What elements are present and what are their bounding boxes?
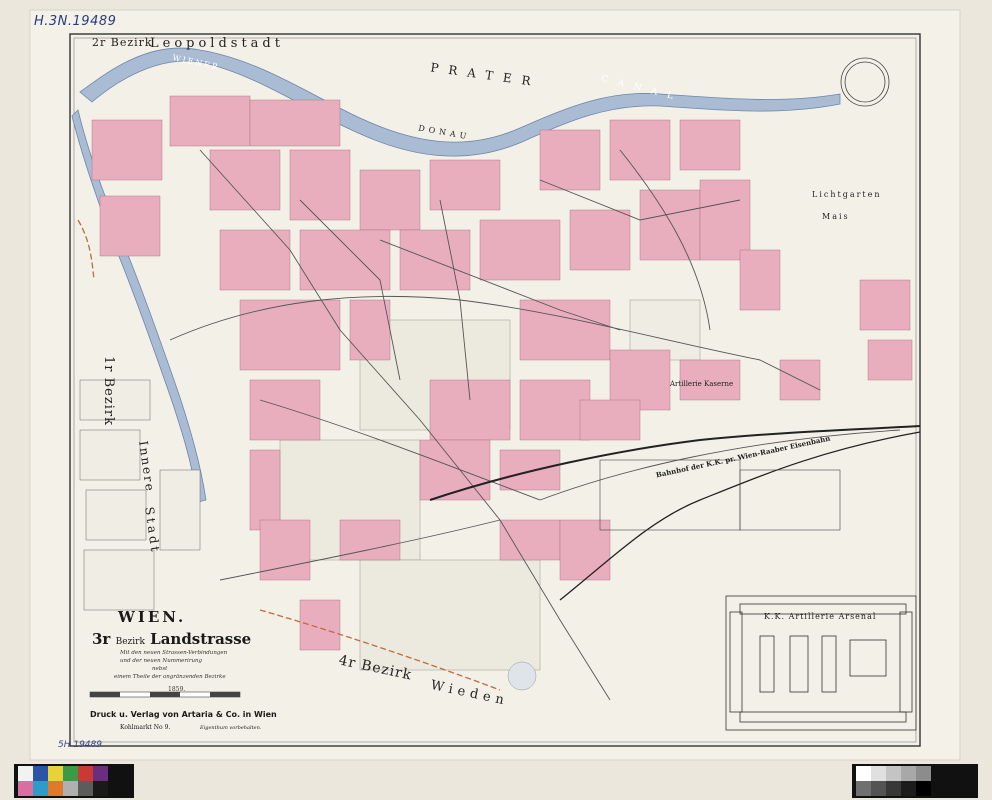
calibration-swatch	[63, 781, 78, 796]
calibration-swatch	[63, 766, 78, 781]
calibration-swatch	[33, 781, 48, 796]
calibration-swatch	[871, 781, 886, 796]
color-calibration-chart-left	[14, 764, 134, 798]
calibration-column	[63, 766, 78, 796]
calibration-column	[33, 766, 48, 796]
label-district-1: 1r Bezirk	[101, 356, 116, 426]
calibration-column	[78, 766, 93, 796]
inventory-number-bottom: 5H 19489	[58, 740, 102, 750]
calibration-swatch	[93, 766, 108, 781]
label-district-2: 2r Bezirk	[92, 36, 153, 49]
label-artillerie-kaserne: Artillerie Kaserne	[670, 380, 734, 388]
label-mais: Mais	[822, 212, 850, 221]
cartouche-subtitle-3: nebst	[152, 666, 168, 672]
cartouche-subtitle-4: einem Theile der angränzenden Bezirke	[114, 674, 226, 680]
calibration-column	[871, 766, 886, 796]
calibration-swatch	[901, 766, 916, 781]
cartouche-publisher: Druck u. Verlag von Artaria & Co. in Wie…	[90, 710, 277, 719]
label-leopoldstadt: Leopoldstadt	[150, 36, 284, 51]
cartouche-address: Kohlmarkt No 9.	[120, 724, 171, 731]
calibration-swatch	[18, 781, 33, 796]
calibration-column	[93, 766, 108, 796]
calibration-column	[18, 766, 33, 796]
calibration-swatch	[856, 781, 871, 796]
cartouche-city: WIEN.	[118, 608, 187, 626]
calibration-swatch	[78, 781, 93, 796]
cartouche-title: 3r Bezirk Landstrasse	[92, 630, 251, 648]
calibration-column	[901, 766, 916, 796]
calibration-swatch	[93, 781, 108, 796]
cartouche-district-word: Bezirk	[115, 637, 145, 647]
calibration-swatch	[48, 781, 63, 796]
calibration-column	[48, 766, 63, 796]
calibration-swatch	[916, 766, 931, 781]
cartouche-rights: Eigenthum vorbehalten.	[200, 725, 262, 731]
calibration-column	[856, 766, 871, 796]
color-calibration-chart-right	[852, 764, 978, 798]
label-arsenal: K.K. Artillerie Arsenal	[764, 612, 877, 621]
calibration-swatch	[916, 781, 931, 796]
scanned-map-sheet	[0, 0, 992, 800]
cartouche-subtitle-1: Mit den neuen Strassen-Verbindungen	[120, 650, 228, 656]
scale-bar-graphic	[89, 691, 241, 698]
calibration-column	[916, 766, 931, 796]
cartouche-subtitle-2: und der neuen Nummerirung	[120, 658, 203, 664]
cartouche-year: 1859.	[168, 686, 186, 693]
calibration-column	[886, 766, 901, 796]
cartouche-district-number: 3r	[92, 630, 111, 648]
calibration-swatch	[871, 766, 886, 781]
calibration-swatch	[886, 766, 901, 781]
calibration-swatch	[901, 781, 916, 796]
calibration-swatch	[48, 766, 63, 781]
calibration-swatch	[78, 766, 93, 781]
label-lichtgarten: Lichtgarten	[812, 190, 882, 199]
calibration-swatch	[886, 781, 901, 796]
calibration-swatch	[18, 766, 33, 781]
calibration-swatch	[856, 766, 871, 781]
calibration-swatch	[33, 766, 48, 781]
cartouche-district-name: Landstrasse	[150, 630, 252, 648]
inventory-number: H.3N.19489	[34, 14, 117, 29]
